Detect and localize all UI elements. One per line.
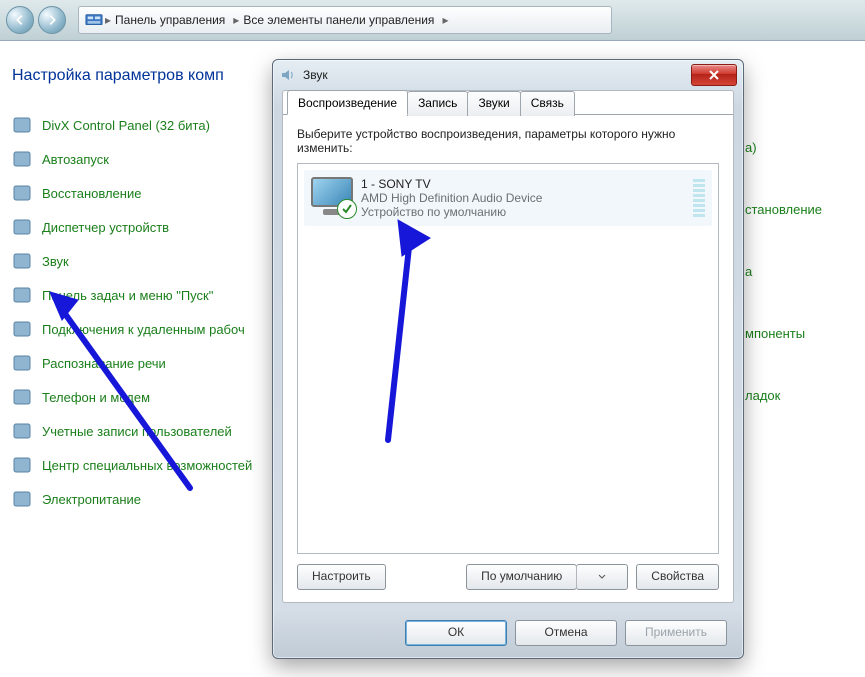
chevron-right-icon: ▸ <box>233 13 239 27</box>
item-icon <box>12 455 32 475</box>
device-status: Устройство по умолчанию <box>361 205 542 219</box>
right-column-peek: а) становление а мпоненты ладок <box>745 140 822 403</box>
arrow-right-icon <box>45 13 59 27</box>
set-default-dropdown[interactable] <box>576 564 628 590</box>
dialog-body: ВоспроизведениеЗаписьЗвукиСвязь Выберите… <box>282 90 734 603</box>
device-list[interactable]: 1 - SONY TV AMD High Definition Audio De… <box>297 163 719 554</box>
arrow-left-icon <box>13 13 27 27</box>
back-button[interactable] <box>6 6 34 34</box>
dialog-title: Звук <box>303 68 328 82</box>
item-icon <box>12 421 32 441</box>
item-icon <box>12 115 32 135</box>
checkmark-icon <box>337 199 357 219</box>
tab-communications[interactable]: Связь <box>520 91 575 116</box>
item-label: Электропитание <box>42 492 141 507</box>
item-label: DivX Control Panel (32 бита) <box>42 118 210 133</box>
ok-button[interactable]: ОК <box>405 620 507 646</box>
partial-item-label: а) <box>745 140 822 155</box>
cancel-button[interactable]: Отмена <box>515 620 617 646</box>
item-icon <box>12 319 32 339</box>
item-label: Восстановление <box>42 186 141 201</box>
signal-level-icon <box>693 177 705 217</box>
control-panel-icon <box>85 12 103 28</box>
tab-playback-panel: Выберите устройство воспроизведения, пар… <box>283 114 733 602</box>
item-icon <box>12 285 32 305</box>
chevron-down-icon <box>598 574 606 580</box>
item-label: Автозапуск <box>42 152 109 167</box>
item-icon <box>12 489 32 509</box>
tabs: ВоспроизведениеЗаписьЗвукиСвязь <box>287 90 733 115</box>
device-actions: Настроить По умолчанию Свойства <box>297 564 719 590</box>
tab-playback[interactable]: Воспроизведение <box>287 90 408 115</box>
device-item[interactable]: 1 - SONY TV AMD High Definition Audio De… <box>304 170 712 226</box>
item-label: Учетные записи пользователей <box>42 424 232 439</box>
item-label: Телефон и модем <box>42 390 150 405</box>
item-label: Диспетчер устройств <box>42 220 169 235</box>
breadcrumb-level2[interactable]: Все элементы панели управления <box>241 8 440 32</box>
partial-item-label: становление <box>745 202 822 217</box>
item-label: Звук <box>42 254 69 269</box>
item-icon <box>12 387 32 407</box>
explorer-toolbar: ▸ Панель управления ▸ Все элементы панел… <box>0 0 865 41</box>
monitor-icon <box>311 177 353 215</box>
instructions-text: Выберите устройство воспроизведения, пар… <box>297 127 719 155</box>
device-driver: AMD High Definition Audio Device <box>361 191 542 205</box>
item-icon <box>12 251 32 271</box>
breadcrumb[interactable]: ▸ Панель управления ▸ Все элементы панел… <box>78 6 612 34</box>
set-default-button[interactable]: По умолчанию <box>466 564 577 590</box>
item-icon <box>12 353 32 373</box>
tab-record[interactable]: Запись <box>407 91 468 116</box>
properties-button[interactable]: Свойства <box>636 564 719 590</box>
close-icon <box>708 69 720 81</box>
item-icon <box>12 183 32 203</box>
dialog-footer: ОК Отмена Применить <box>273 612 743 658</box>
item-icon <box>12 149 32 169</box>
item-label: Распознавание речи <box>42 356 166 371</box>
sound-icon <box>279 66 297 84</box>
dialog-titlebar[interactable]: Звук <box>273 60 743 90</box>
item-icon <box>12 217 32 237</box>
device-name: 1 - SONY TV <box>361 177 542 191</box>
set-default-splitbutton[interactable]: По умолчанию <box>466 564 628 590</box>
partial-item-label: ладок <box>745 388 822 403</box>
item-label: Центр специальных возможностей <box>42 458 252 473</box>
breadcrumb-level1[interactable]: Панель управления <box>113 8 231 32</box>
chevron-right-icon: ▸ <box>105 13 111 27</box>
item-label: Панель задач и меню "Пуск" <box>42 288 213 303</box>
device-info: 1 - SONY TV AMD High Definition Audio De… <box>361 177 542 219</box>
apply-button[interactable]: Применить <box>625 620 727 646</box>
close-button[interactable] <box>691 64 737 86</box>
partial-item-label: мпоненты <box>745 326 822 341</box>
sound-dialog: Звук ВоспроизведениеЗаписьЗвукиСвязь Выб… <box>272 59 744 659</box>
partial-item-label: а <box>745 264 822 279</box>
configure-button[interactable]: Настроить <box>297 564 386 590</box>
chevron-right-icon: ▸ <box>442 13 448 27</box>
item-label: Подключения к удаленным рабоч <box>42 322 245 337</box>
forward-button[interactable] <box>38 6 66 34</box>
tab-sounds[interactable]: Звуки <box>467 91 520 116</box>
